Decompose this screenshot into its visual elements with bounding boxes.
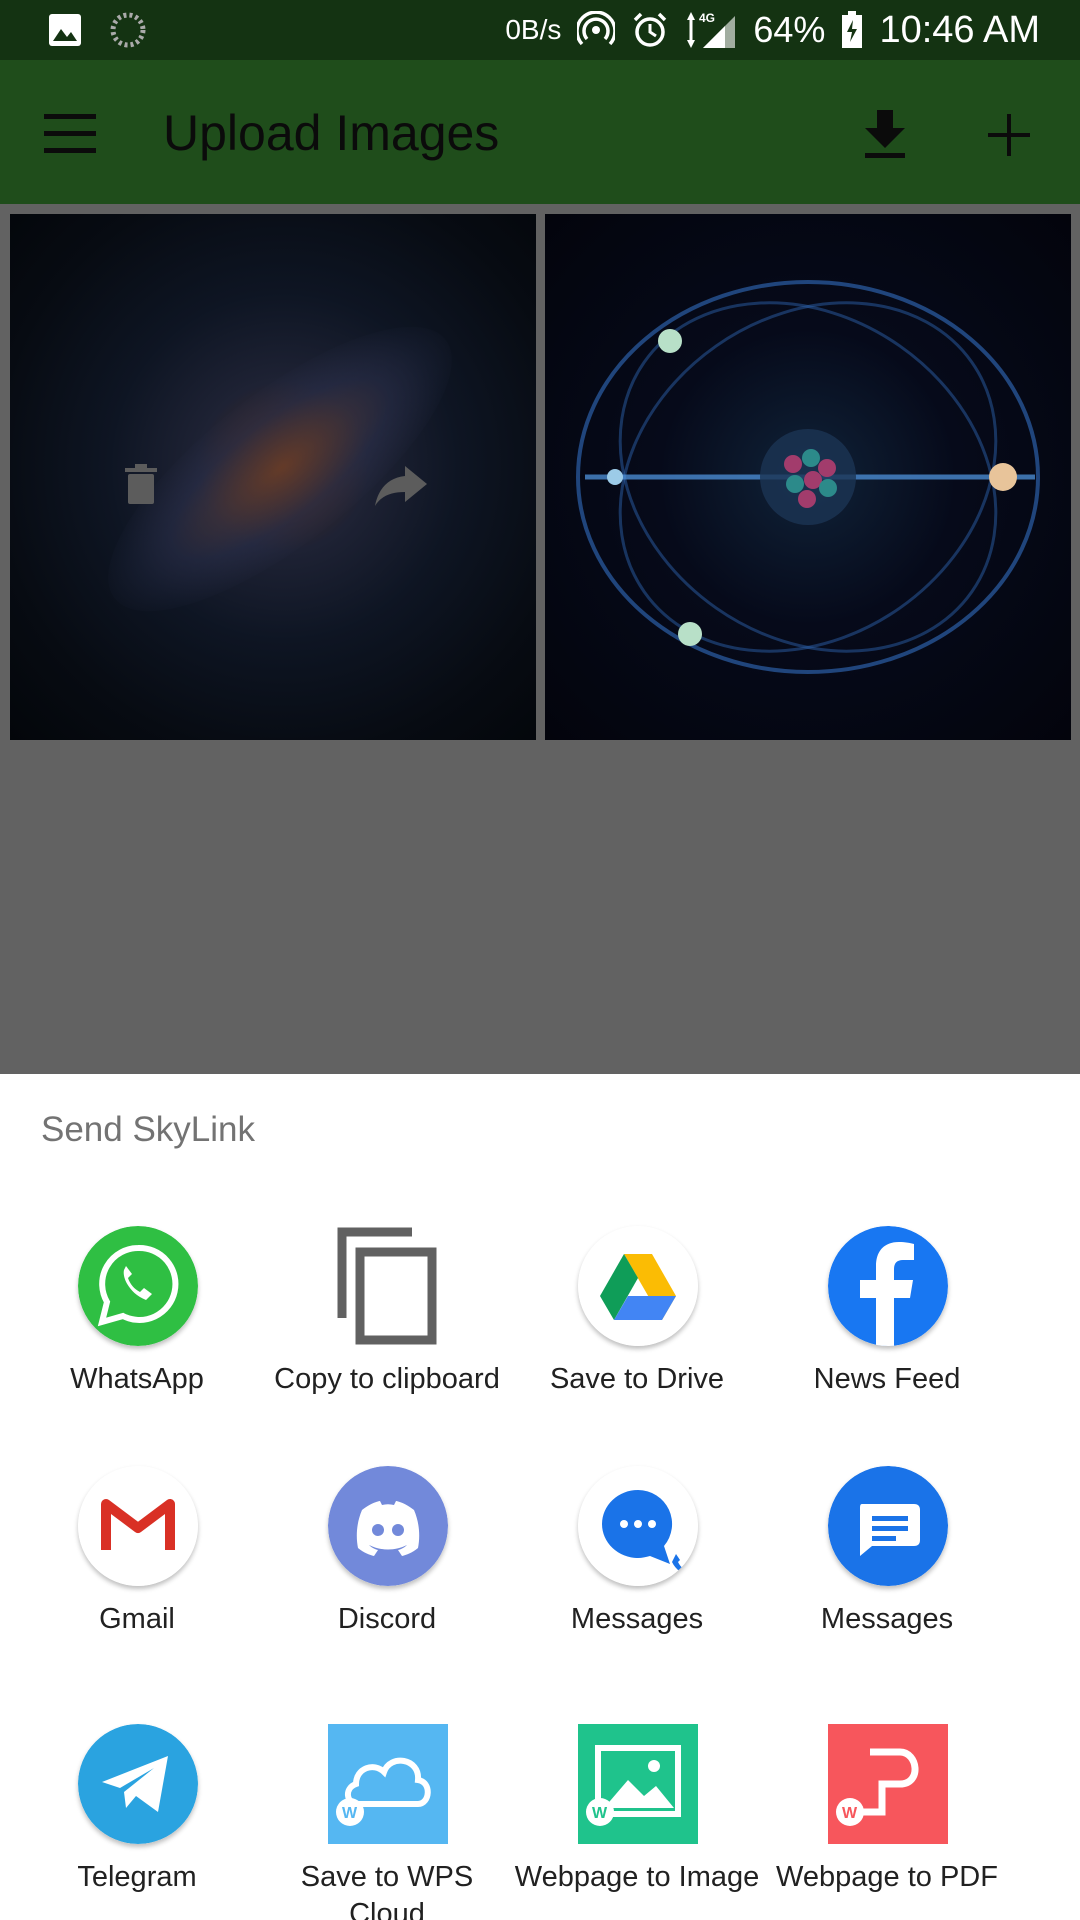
menu-icon[interactable] [44,114,96,153]
share-target-label: News Feed [813,1363,961,1395]
share-target-gmail[interactable]: Gmail [12,1466,262,1666]
share-target-whatsapp[interactable]: WhatsApp [12,1226,262,1446]
share-target-label: Copy to clipboard [274,1363,500,1395]
svg-text:W: W [842,1805,858,1822]
webpage-pdf-icon: W [828,1724,948,1844]
add-icon[interactable] [984,110,1034,160]
share-target-webpage-image[interactable]: W Webpage to Image [512,1724,762,1920]
share-target-label: Messages [570,1603,704,1635]
svg-text:W: W [342,1805,358,1822]
share-target-messages-2[interactable]: Messages [762,1466,1012,1666]
share-target-label: Gmail [99,1603,175,1635]
telegram-icon [78,1724,198,1844]
share-target-copy[interactable]: Copy to clipboard [262,1226,512,1446]
svg-text:4G: 4G [699,11,715,25]
share-target-label: WhatsApp [70,1363,204,1395]
svg-text:W: W [592,1805,608,1822]
app-bar: Upload Images [0,60,1080,204]
whatsapp-icon [78,1226,198,1346]
signal-4g-icon: 4G [687,11,736,48]
share-target-label: Save to WPS Cloud [300,1861,474,1920]
share-target-label: Save to Drive [549,1363,725,1395]
trash-icon[interactable] [125,464,157,504]
share-target-label: Webpage to Image [514,1861,760,1893]
download-icon[interactable] [862,110,908,158]
hotspot-icon [577,11,616,46]
atom-image[interactable] [545,214,1071,740]
share-icon[interactable] [375,466,427,506]
share-target-drive[interactable]: Save to Drive [512,1226,762,1446]
image-grid [0,204,1080,1074]
wps-cloud-icon: W [328,1724,448,1844]
facebook-icon [828,1226,948,1346]
network-speed: 0B/s [505,14,562,45]
image-icon [49,14,81,46]
share-target-label: Messages [820,1603,954,1635]
atom-illustration [576,280,1040,674]
share-sheet-title: Send SkyLink [41,1110,256,1149]
battery-icon [842,11,863,48]
messages-icon [578,1466,698,1586]
copy-icon [337,1227,437,1345]
google-drive-icon [578,1226,698,1346]
share-target-label: Telegram [77,1861,197,1893]
share-sheet: Send SkyLink WhatsApp Copy to clipboard … [0,1074,1080,1920]
alarm-icon [634,12,667,47]
share-target-discord[interactable]: Discord [262,1466,512,1666]
share-target-facebook[interactable]: News Feed [762,1226,1012,1446]
discord-icon [328,1466,448,1586]
share-target-label: Discord [337,1603,437,1635]
clock: 10:46 AM [879,8,1040,51]
share-target-messages[interactable]: Messages [512,1466,762,1666]
share-target-webpage-pdf[interactable]: W Webpage to PDF [762,1724,1012,1920]
gmail-icon [78,1466,198,1586]
share-target-label: Webpage to PDF [776,1861,998,1893]
loading-icon [110,12,146,48]
page-title: Upload Images [163,105,500,161]
messages-blue-icon [828,1466,948,1586]
share-target-wps-cloud[interactable]: W Save to WPS Cloud [262,1724,512,1920]
status-bar: 0B/s 4G 64% 10:46 AM [0,0,1080,60]
share-target-telegram[interactable]: Telegram [12,1724,262,1920]
battery-percent: 64% [753,9,826,50]
webpage-image-icon: W [578,1724,698,1844]
galaxy-image[interactable] [10,214,536,740]
